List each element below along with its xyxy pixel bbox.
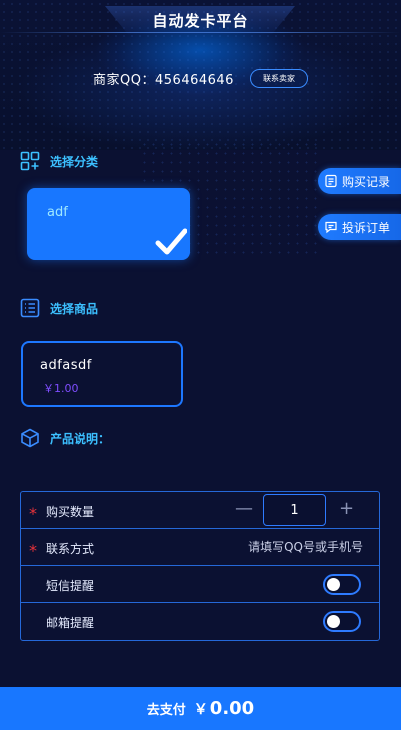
contact-label: 联系方式 xyxy=(46,542,95,556)
title-bar-divider xyxy=(0,32,401,33)
pay-label: 去支付 xyxy=(146,703,186,718)
category-section-label: 选择分类 xyxy=(50,154,99,169)
email-reminder-label: 邮箱提醒 xyxy=(46,616,95,630)
quantity-row: * 购买数量 — + xyxy=(21,492,379,529)
pay-currency: ￥ xyxy=(193,702,208,718)
complaint-chat-icon xyxy=(325,221,337,234)
category-grid-icon xyxy=(20,151,40,171)
records-icon xyxy=(325,174,337,188)
pay-button[interactable]: 去支付 ￥ 0.00 xyxy=(0,687,401,730)
description-section-label: 产品说明： xyxy=(50,431,111,446)
quantity-label: 购买数量 xyxy=(46,505,95,519)
purchase-records-button[interactable]: 购买记录 xyxy=(318,168,401,194)
category-card-adf[interactable]: adf xyxy=(27,188,190,260)
product-section-header: 选择商品 xyxy=(20,298,98,318)
cube-icon xyxy=(21,428,39,448)
sms-reminder-row: 短信提醒 xyxy=(21,566,379,603)
quantity-increase-button[interactable]: + xyxy=(339,500,354,518)
pay-amount: ￥ 0.00 xyxy=(194,698,254,719)
page: 自动发卡平台 商家QQ：456464646 联系卖家 选择分类 adf 购买记录 xyxy=(0,0,401,730)
contact-input[interactable] xyxy=(183,537,363,557)
quantity-decrease-button[interactable]: — xyxy=(235,500,253,518)
merchant-row: 商家QQ：456464646 联系卖家 xyxy=(0,69,401,88)
category-section-header: 选择分类 xyxy=(20,151,98,171)
contact-row: * 联系方式 xyxy=(21,529,379,566)
email-reminder-row: 邮箱提醒 xyxy=(21,603,379,640)
app-title: 自动发卡平台 xyxy=(152,12,249,30)
required-mark: * xyxy=(29,541,37,560)
header-banner: 自动发卡平台 商家QQ：456464646 联系卖家 xyxy=(0,0,401,150)
merchant-qq: 商家QQ：456464646 xyxy=(93,73,234,88)
required-mark: * xyxy=(29,504,37,523)
description-section-header: 产品说明： xyxy=(20,428,110,448)
complaint-order-label: 投诉订单 xyxy=(342,220,391,235)
toggle-knob xyxy=(327,615,340,628)
product-card-adfasdf[interactable]: adfasdf ￥1.00 xyxy=(21,341,183,407)
sms-reminder-label: 短信提醒 xyxy=(46,579,95,593)
category-name: adf xyxy=(47,205,68,220)
product-price: ￥1.00 xyxy=(43,382,79,395)
quantity-input[interactable] xyxy=(263,494,326,526)
purchase-records-label: 购买记录 xyxy=(342,174,391,189)
checkmark-icon xyxy=(155,228,187,255)
email-reminder-toggle[interactable] xyxy=(323,611,361,632)
pay-amount-value: 0.00 xyxy=(209,698,255,719)
complaint-order-button[interactable]: 投诉订单 xyxy=(318,214,401,240)
contact-seller-button[interactable]: 联系卖家 xyxy=(249,69,308,88)
sms-reminder-toggle[interactable] xyxy=(323,574,361,595)
product-section-label: 选择商品 xyxy=(50,301,99,316)
product-name: adfasdf xyxy=(40,358,92,373)
product-list-icon xyxy=(20,298,40,318)
order-form: * 购买数量 — + * 联系方式 短信提醒 邮箱提醒 xyxy=(20,491,380,641)
toggle-knob xyxy=(327,578,340,591)
